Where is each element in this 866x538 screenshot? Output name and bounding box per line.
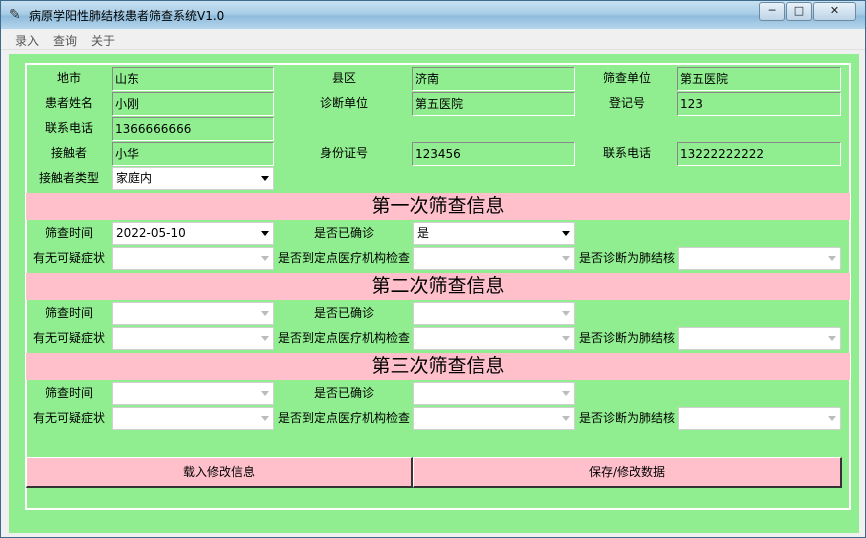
screening-3-symptom-select[interactable] xyxy=(112,407,274,430)
region-label: 地市 xyxy=(56,71,81,85)
screening-3-tb-select[interactable] xyxy=(678,407,841,430)
screening-3-tb-label: 是否诊断为肺结核 xyxy=(578,411,675,425)
diag-unit-label: 诊断单位 xyxy=(319,96,368,110)
screening-1-time-value: 2022-05-10 xyxy=(116,226,186,240)
chevron-down-icon xyxy=(261,311,269,316)
contact-phone-label: 联系电话 xyxy=(602,146,651,160)
contact-type-label: 接触者类型 xyxy=(38,171,99,185)
screening-1-tb-label: 是否诊断为肺结核 xyxy=(578,251,675,265)
chevron-down-icon xyxy=(828,256,836,261)
screening-1-time-select[interactable]: 2022-05-10 xyxy=(112,222,274,245)
contact-type-select[interactable]: 家庭内 xyxy=(112,167,274,190)
id-label: 身份证号 xyxy=(319,146,368,160)
screening-1-confirmed-value: 是 xyxy=(417,226,430,240)
screening-2-symptom-select[interactable] xyxy=(112,327,274,350)
screening-2-banner: 第二次筛查信息 xyxy=(26,273,850,300)
screen-unit-label: 筛查单位 xyxy=(602,71,651,85)
county-field[interactable]: 济南 xyxy=(412,67,575,91)
chevron-down-icon xyxy=(562,391,570,396)
chevron-down-icon xyxy=(261,231,269,236)
chevron-down-icon xyxy=(562,311,570,316)
screening-2-tb-select[interactable] xyxy=(678,327,841,350)
screening-3-symptom-label: 有无可疑症状 xyxy=(32,411,105,425)
screening-1-tb-select[interactable] xyxy=(678,247,841,270)
screening-1-hospital-select[interactable] xyxy=(413,247,575,270)
contact-label: 接触者 xyxy=(50,146,87,160)
screening-2-tb-label: 是否诊断为肺结核 xyxy=(578,331,675,345)
screen-unit-field[interactable]: 第五医院 xyxy=(677,67,841,91)
screening-1-banner: 第一次筛查信息 xyxy=(26,193,850,220)
chevron-down-icon xyxy=(562,231,570,236)
menu-entry[interactable]: 录入 xyxy=(15,32,39,49)
screening-2-hospital-label: 是否到定点医疗机构检查 xyxy=(277,331,410,345)
phone-label: 联系电话 xyxy=(44,121,93,135)
phone-field[interactable]: 1366666666 xyxy=(112,117,274,141)
chevron-down-icon xyxy=(828,416,836,421)
id-field[interactable]: 123456 xyxy=(412,142,575,166)
screening-2-confirmed-label: 是否已确诊 xyxy=(313,306,374,320)
screening-1-symptom-label: 有无可疑症状 xyxy=(32,251,105,265)
reg-no-field[interactable]: 123 xyxy=(677,92,841,116)
chevron-down-icon xyxy=(261,256,269,261)
reg-no-label: 登记号 xyxy=(608,96,645,110)
close-button[interactable]: ✕ xyxy=(813,2,856,21)
contact-phone-field[interactable]: 13222222222 xyxy=(677,142,841,166)
minimize-button[interactable]: ─ xyxy=(759,2,785,21)
chevron-down-icon xyxy=(828,336,836,341)
screening-1-time-label: 筛查时间 xyxy=(44,226,93,240)
app-window: ✎ 病原学阳性肺结核患者筛查系统V1.0 ─ □ ✕ 录入 查询 关于 地市 山… xyxy=(0,0,866,538)
screening-3-time-label: 筛查时间 xyxy=(44,386,93,400)
title-bar[interactable]: ✎ 病原学阳性肺结核患者筛查系统V1.0 ─ □ ✕ xyxy=(1,1,865,29)
screening-2-time-select[interactable] xyxy=(112,302,274,325)
screening-2-hospital-select[interactable] xyxy=(413,327,575,350)
screening-1-confirmed-label: 是否已确诊 xyxy=(313,226,374,240)
screening-3-banner: 第三次筛查信息 xyxy=(26,353,850,380)
screening-1-symptom-select[interactable] xyxy=(112,247,274,270)
screening-1-hospital-label: 是否到定点医疗机构检查 xyxy=(277,251,410,265)
region-field[interactable]: 山东 xyxy=(112,67,274,91)
screening-3-confirmed-select[interactable] xyxy=(413,382,575,405)
chevron-down-icon xyxy=(562,256,570,261)
patient-name-field[interactable]: 小刚 xyxy=(112,92,274,116)
chevron-down-icon xyxy=(562,336,570,341)
load-edit-button[interactable]: 载入修改信息 xyxy=(26,457,413,488)
maximize-button[interactable]: □ xyxy=(786,2,812,21)
county-label: 县区 xyxy=(331,71,356,85)
patient-name-label: 患者姓名 xyxy=(44,96,93,110)
feather-icon: ✎ xyxy=(9,7,21,23)
screening-2-symptom-label: 有无可疑症状 xyxy=(32,331,105,345)
screening-3-hospital-label: 是否到定点医疗机构检查 xyxy=(277,411,410,425)
menu-about[interactable]: 关于 xyxy=(91,32,115,49)
screening-2-time-label: 筛查时间 xyxy=(44,306,93,320)
screening-3-confirmed-label: 是否已确诊 xyxy=(313,386,374,400)
screening-1-confirmed-select[interactable]: 是 xyxy=(413,222,575,245)
chevron-down-icon xyxy=(261,176,269,181)
save-data-button[interactable]: 保存/修改数据 xyxy=(413,457,842,488)
contact-type-value: 家庭内 xyxy=(116,171,153,185)
menu-bar: 录入 查询 关于 xyxy=(1,29,865,50)
chevron-down-icon xyxy=(261,416,269,421)
screening-3-time-select[interactable] xyxy=(112,382,274,405)
menu-query[interactable]: 查询 xyxy=(53,32,77,49)
chevron-down-icon xyxy=(261,391,269,396)
contact-field[interactable]: 小华 xyxy=(112,142,274,166)
chevron-down-icon xyxy=(261,336,269,341)
main-panel: 地市 山东 县区 济南 筛查单位 第五医院 患者姓名 小刚 诊断单位 第五医院 … xyxy=(9,54,859,533)
screening-2-confirmed-select[interactable] xyxy=(413,302,575,325)
window-title: 病原学阳性肺结核患者筛查系统V1.0 xyxy=(29,9,225,23)
chevron-down-icon xyxy=(562,416,570,421)
screening-3-hospital-select[interactable] xyxy=(413,407,575,430)
diag-unit-field[interactable]: 第五医院 xyxy=(412,92,575,116)
